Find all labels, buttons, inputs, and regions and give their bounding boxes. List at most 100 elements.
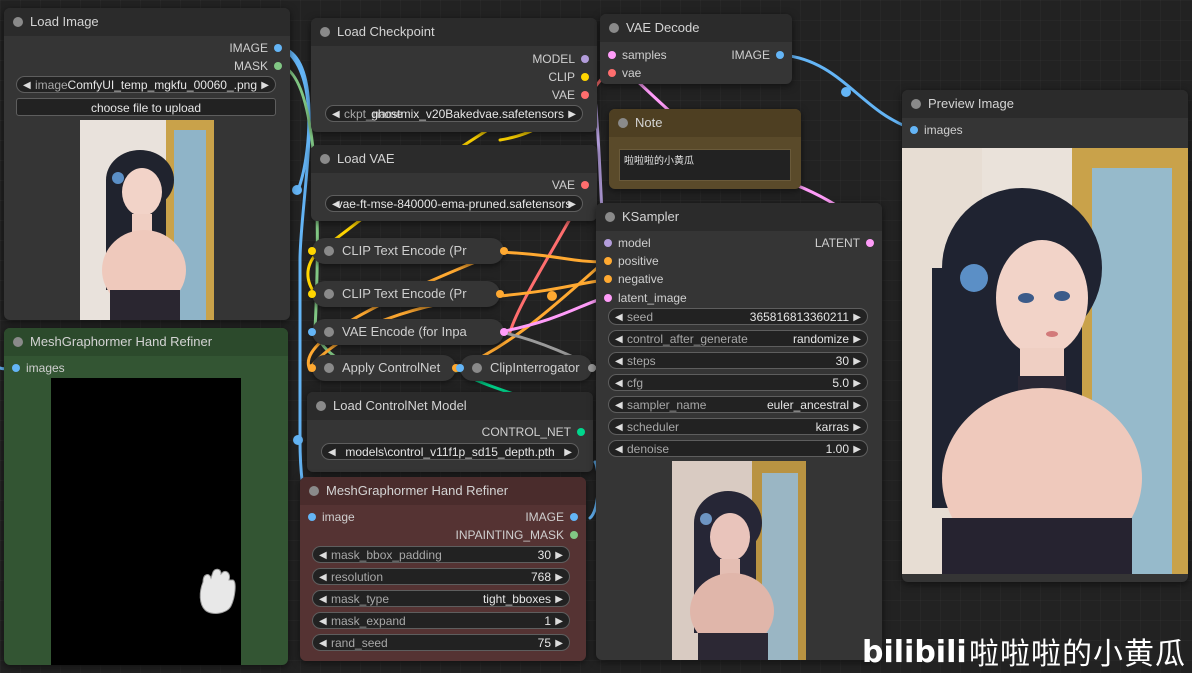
arrow-left-icon[interactable]: ◀ <box>615 353 623 370</box>
input-port-icon[interactable] <box>456 364 464 372</box>
node-title-bar[interactable]: KSampler <box>596 203 882 231</box>
arrow-left-icon[interactable]: ◀ <box>615 419 623 436</box>
node-title-bar[interactable]: MeshGraphormer Hand Refiner <box>300 477 586 505</box>
output-inpainting-mask-slot[interactable]: INPAINTING_MASK <box>456 527 578 543</box>
node-title-bar[interactable]: Load ControlNet Model <box>307 392 593 420</box>
denoise-widget[interactable]: ◀ denoise 1.00 ▶ <box>608 440 868 457</box>
arrow-right-icon[interactable]: ▶ <box>555 613 563 630</box>
arrow-right-icon[interactable]: ▶ <box>555 547 563 564</box>
arrow-right-icon[interactable]: ▶ <box>568 106 576 123</box>
note-textarea[interactable]: 啦啦啦的小黄瓜 <box>619 149 791 181</box>
image-combo-widget[interactable]: ◀ image ComfyUI_temp_mgkfu_00060_.png ▶ <box>16 76 276 93</box>
collapse-dot-icon[interactable] <box>13 337 23 347</box>
mask-type-widget[interactable]: ◀ mask_type tight_bboxes ▶ <box>312 590 570 607</box>
node-title-bar[interactable]: VAE Decode <box>600 14 792 42</box>
input-images-slot[interactable]: images <box>12 360 65 376</box>
collapse-dot-icon[interactable] <box>911 99 921 109</box>
arrow-right-icon[interactable]: ▶ <box>555 635 563 652</box>
input-latent-slot[interactable]: latent_image <box>604 290 687 306</box>
output-latent-slot[interactable]: LATENT <box>815 235 874 251</box>
collapse-dot-icon[interactable] <box>324 246 334 256</box>
output-port-icon[interactable] <box>500 247 508 255</box>
control-after-generate-widget[interactable]: ◀ control_after_generate randomize ▶ <box>608 330 868 347</box>
node-title-bar[interactable]: Preview Image <box>902 90 1188 118</box>
scheduler-widget[interactable]: ◀ scheduler karras ▶ <box>608 418 868 435</box>
arrow-left-icon[interactable]: ◀ <box>615 441 623 458</box>
output-vae-slot[interactable]: VAE <box>552 177 589 193</box>
collapse-dot-icon[interactable] <box>320 27 330 37</box>
ckpt-combo-widget[interactable]: ◀ ckpt_name ghostmix_v20Bakedvae.safeten… <box>325 105 583 122</box>
output-port-icon[interactable] <box>581 55 589 63</box>
arrow-right-icon[interactable]: ▶ <box>853 441 861 458</box>
sampler-name-widget[interactable]: ◀ sampler_name euler_ancestral ▶ <box>608 396 868 413</box>
arrow-right-icon[interactable]: ▶ <box>261 77 269 94</box>
note-node[interactable]: Note 啦啦啦的小黄瓜 <box>609 109 801 189</box>
arrow-right-icon[interactable]: ▶ <box>853 419 861 436</box>
node-title-bar[interactable]: Note <box>609 109 801 137</box>
arrow-left-icon[interactable]: ◀ <box>615 331 623 348</box>
output-port-icon[interactable] <box>500 328 508 336</box>
arrow-left-icon[interactable]: ◀ <box>615 397 623 414</box>
collapse-dot-icon[interactable] <box>324 363 334 373</box>
input-port-icon[interactable] <box>308 328 316 336</box>
arrow-left-icon[interactable]: ◀ <box>615 309 623 326</box>
output-vae-slot[interactable]: VAE <box>552 87 589 103</box>
load-checkpoint-node[interactable]: Load Checkpoint MODEL CLIP VAE ◀ ckpt_na… <box>311 18 597 132</box>
arrow-left-icon[interactable]: ◀ <box>319 635 327 652</box>
arrow-left-icon[interactable]: ◀ <box>319 613 327 630</box>
clip-text-encode-2-node[interactable]: CLIP Text Encode (Pr <box>308 281 504 307</box>
input-port-icon[interactable] <box>608 69 616 77</box>
arrow-left-icon[interactable]: ◀ <box>319 547 327 564</box>
load-vae-node[interactable]: Load VAE VAE ◀ vae_name vae-ft-mse-84000… <box>311 145 597 221</box>
collapse-dot-icon[interactable] <box>609 23 619 33</box>
choose-file-button[interactable]: choose file to upload <box>16 98 276 116</box>
output-port-icon[interactable] <box>581 91 589 99</box>
node-title-bar[interactable]: Load Checkpoint <box>311 18 597 46</box>
arrow-right-icon[interactable]: ▶ <box>564 444 572 461</box>
input-image-slot[interactable]: image <box>308 509 355 525</box>
output-port-icon[interactable] <box>274 44 282 52</box>
output-port-icon[interactable] <box>577 428 585 436</box>
seed-widget[interactable]: ◀ seed 365816813360211 ▶ <box>608 308 868 325</box>
input-port-icon[interactable] <box>12 364 20 372</box>
output-port-icon[interactable] <box>588 364 596 372</box>
collapse-dot-icon[interactable] <box>320 154 330 164</box>
output-image-slot[interactable]: IMAGE <box>525 509 578 525</box>
arrow-right-icon[interactable]: ▶ <box>568 196 576 213</box>
input-model-slot[interactable]: model <box>604 235 651 251</box>
output-port-icon[interactable] <box>581 181 589 189</box>
output-port-icon[interactable] <box>581 73 589 81</box>
input-port-icon[interactable] <box>308 513 316 521</box>
vae-encode-inpaint-node[interactable]: VAE Encode (for Inpa <box>308 319 508 345</box>
cfg-widget[interactable]: ◀ cfg 5.0 ▶ <box>608 374 868 391</box>
node-title-bar[interactable]: MeshGraphormer Hand Refiner <box>4 328 288 356</box>
input-images-slot[interactable]: images <box>910 122 963 138</box>
collapse-dot-icon[interactable] <box>309 486 319 496</box>
vae-decode-node[interactable]: VAE Decode samples vae IMAGE <box>600 14 792 84</box>
vae-combo-widget[interactable]: ◀ vae_name vae-ft-mse-840000-ema-pruned.… <box>325 195 583 212</box>
preview-image-node[interactable]: Preview Image images <box>902 90 1188 582</box>
load-image-node[interactable]: Load Image IMAGE MASK ◀ image ComfyUI_te… <box>4 8 290 320</box>
arrow-left-icon[interactable]: ◀ <box>319 569 327 586</box>
output-model-slot[interactable]: MODEL <box>532 51 589 67</box>
collapse-dot-icon[interactable] <box>618 118 628 128</box>
resolution-widget[interactable]: ◀ resolution 768 ▶ <box>312 568 570 585</box>
output-port-icon[interactable] <box>496 290 504 298</box>
input-port-icon[interactable] <box>604 257 612 265</box>
apply-controlnet-node[interactable]: Apply ControlNet <box>308 355 460 381</box>
input-positive-slot[interactable]: positive <box>604 253 659 269</box>
output-port-icon[interactable] <box>570 513 578 521</box>
collapse-dot-icon[interactable] <box>324 327 334 337</box>
arrow-right-icon[interactable]: ▶ <box>853 331 861 348</box>
input-port-icon[interactable] <box>608 51 616 59</box>
clip-interrogator-node[interactable]: ClipInterrogator <box>456 355 596 381</box>
arrow-right-icon[interactable]: ▶ <box>555 591 563 608</box>
arrow-right-icon[interactable]: ▶ <box>853 397 861 414</box>
input-port-icon[interactable] <box>604 275 612 283</box>
output-mask-slot[interactable]: MASK <box>234 58 282 74</box>
arrow-right-icon[interactable]: ▶ <box>853 309 861 326</box>
load-controlnet-node[interactable]: Load ControlNet Model CONTROL_NET ◀ cont… <box>307 392 593 472</box>
input-port-icon[interactable] <box>308 290 316 298</box>
mask-bbox-padding-widget[interactable]: ◀ mask_bbox_padding 30 ▶ <box>312 546 570 563</box>
arrow-left-icon[interactable]: ◀ <box>23 77 31 94</box>
